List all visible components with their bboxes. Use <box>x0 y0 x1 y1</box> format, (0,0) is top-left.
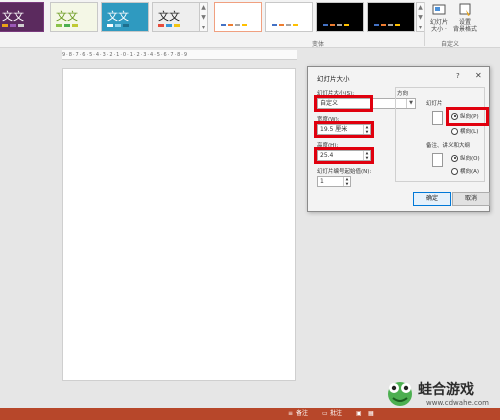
slide-size-label: 幻灯片 大小 · <box>429 19 448 33</box>
theme-thumb-text: 文文 <box>107 10 129 23</box>
highlight-height <box>314 147 374 164</box>
notes-orientation-label: 备注、讲义和大纲 <box>426 143 471 149</box>
variant-thumbnail-2[interactable] <box>265 2 313 32</box>
theme-thumbnail-1[interactable]: 文文 <box>0 2 44 32</box>
format-background-button[interactable]: 设置 背景格式 <box>452 3 478 33</box>
radio-button[interactable] <box>451 154 458 162</box>
slides-orientation-label: 幻灯片 <box>426 101 443 107</box>
variant-thumbnail-4[interactable] <box>367 2 415 32</box>
horizontal-ruler: 9·8·7·6·5·4·3·2·1·0·1·2·3·4·5·6·7·8·9 <box>62 50 297 60</box>
dialog-title: 幻灯片大小 <box>317 75 350 83</box>
slide-size-dialog: 幻灯片大小 ? ✕ 幻灯片大小(S): 自定义 ▼ 宽度(W): 19.5 厘米… <box>307 66 490 212</box>
highlight-size <box>314 95 373 112</box>
custom-group-label: 自定义 <box>441 41 460 48</box>
theme-thumb-text: 文文 <box>158 10 180 23</box>
landscape-label: 横向(L) <box>460 129 479 135</box>
highlight-width <box>314 121 374 138</box>
watermark-name: 蛙合游戏 <box>418 382 474 398</box>
theme-thumbnail-3[interactable]: 文文 <box>101 2 149 32</box>
variant-thumbnail-3[interactable] <box>316 2 364 32</box>
ribbon: 文文 文文 文文 文文 ▲ ▼ ▾ ▲ ▼ ▾ 变体 幻灯片 大小 · 设置 背景格式 自定… <box>0 0 500 48</box>
number-spinner[interactable]: ▲ ▼ <box>343 177 350 186</box>
variant-thumbnail-1[interactable] <box>214 2 262 32</box>
help-button[interactable]: ? <box>456 72 460 80</box>
format-background-label: 设置 背景格式 <box>452 19 477 33</box>
format-background-icon <box>459 3 471 16</box>
slide-canvas[interactable] <box>62 68 296 381</box>
normal-view-icon[interactable]: ▣ <box>356 408 362 420</box>
ribbon-separator <box>424 2 425 46</box>
theme-thumbnail-4[interactable]: 文文 <box>152 2 200 32</box>
watermark: 蛙合游戏 www.cdwahe.com <box>386 375 496 415</box>
ok-button[interactable]: 确定 <box>413 192 451 206</box>
close-button[interactable]: ✕ <box>475 71 482 80</box>
themes-scroll[interactable]: ▲ ▼ ▾ <box>199 2 208 32</box>
radio-notes-portrait[interactable]: 纵向(O) <box>451 154 480 162</box>
cancel-button[interactable]: 取消 <box>452 192 490 206</box>
frog-logo-icon <box>388 382 412 406</box>
slide-size-icon <box>432 4 446 15</box>
watermark-url: www.cdwahe.com <box>426 399 489 407</box>
highlight-portrait <box>446 107 489 126</box>
comments-button[interactable]: 批注 <box>330 408 342 420</box>
number-start-label: 幻灯片编号起始值(N): <box>317 169 372 175</box>
comments-icon[interactable]: ▭ <box>322 408 328 420</box>
notes-portrait-label: 纵向(O) <box>460 156 480 162</box>
radio-notes-landscape[interactable]: 横向(A) <box>451 167 479 175</box>
slide-sorter-icon[interactable]: ▦ <box>368 408 374 420</box>
slide-size-button[interactable]: 幻灯片 大小 · <box>426 3 452 33</box>
theme-thumbnail-2[interactable]: 文文 <box>50 2 98 32</box>
notes-page-icon <box>432 153 443 167</box>
radio-landscape[interactable]: 横向(L) <box>451 127 478 135</box>
radio-button[interactable] <box>451 167 458 175</box>
variants-group-label: 变体 <box>312 41 325 48</box>
notes-icon[interactable]: ≡ <box>288 408 293 420</box>
portrait-page-icon <box>432 111 443 125</box>
number-start-input[interactable]: 1 ▲ ▼ <box>317 176 351 187</box>
theme-thumb-text: 文文 <box>56 10 78 23</box>
theme-thumb-text: 文文 <box>2 10 24 23</box>
notes-landscape-label: 横向(A) <box>460 169 480 175</box>
number-start-value: 1 <box>320 178 324 185</box>
radio-button[interactable] <box>451 127 458 135</box>
notes-button[interactable]: 备注 <box>296 408 308 420</box>
